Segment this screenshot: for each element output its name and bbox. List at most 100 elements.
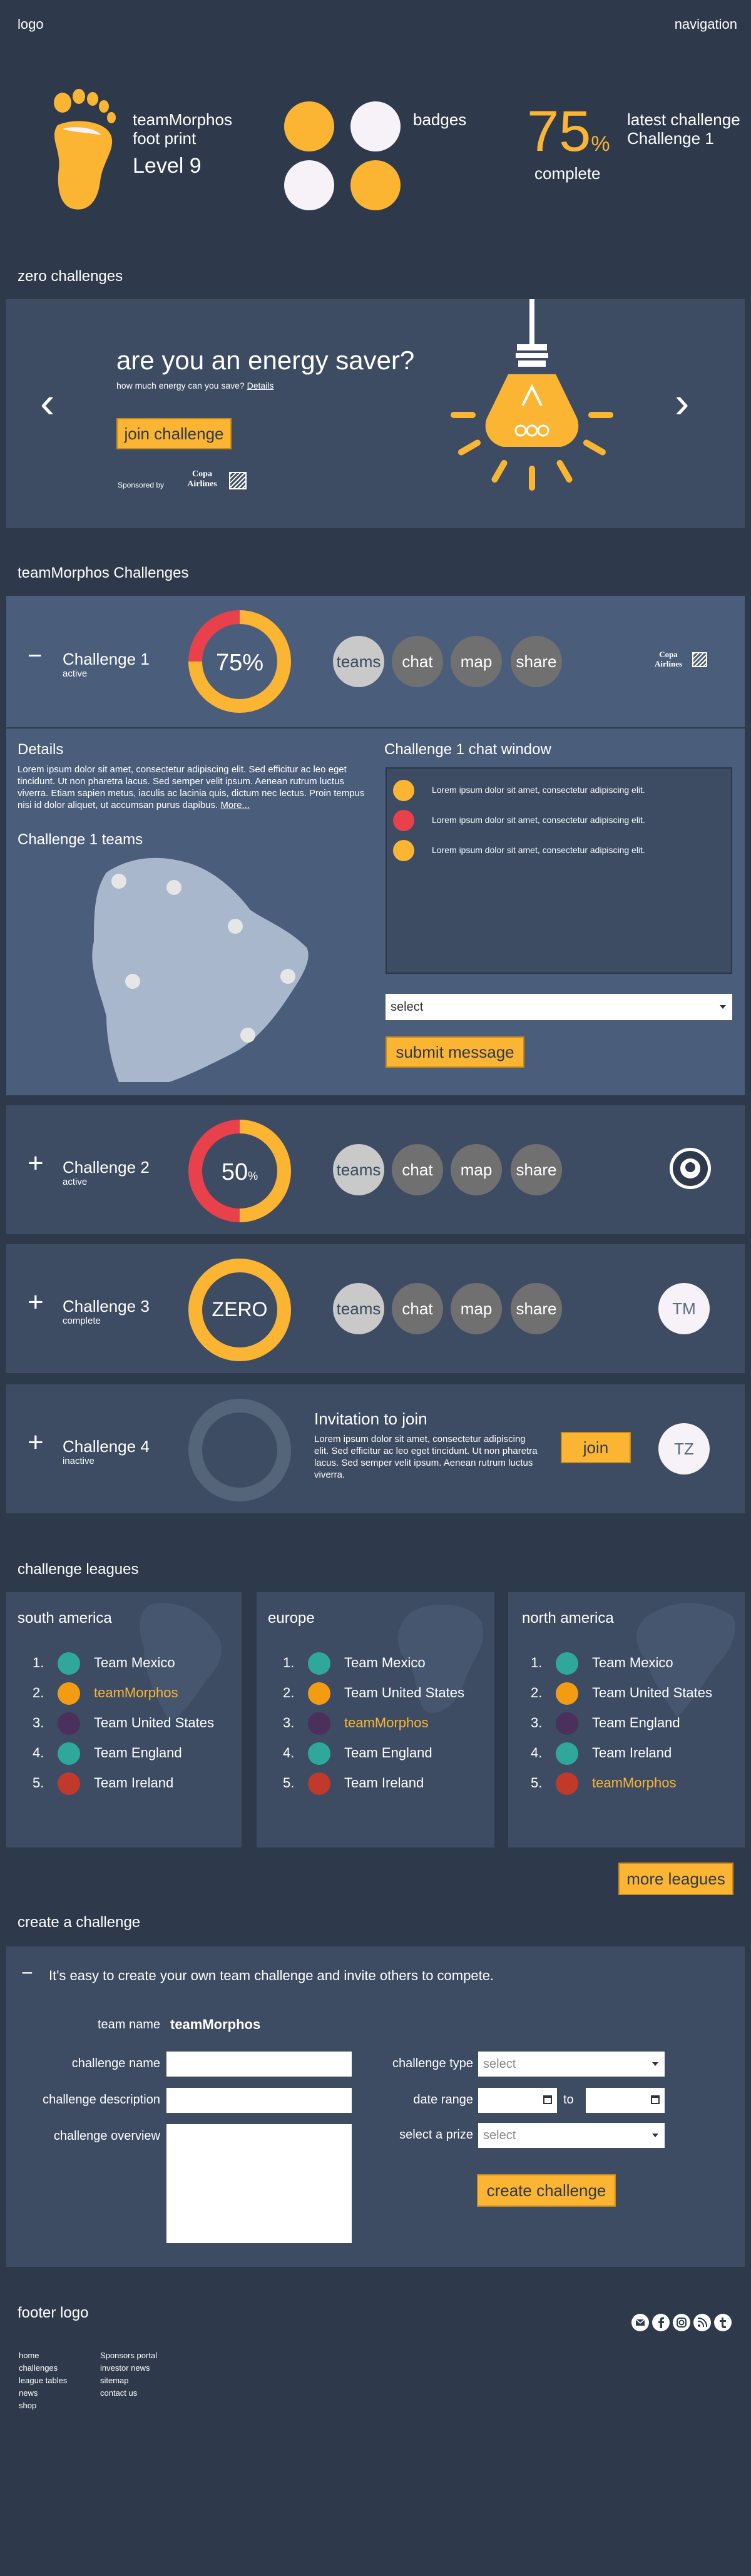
challenge-1-teams-button[interactable]: teams: [333, 636, 384, 687]
prize-select[interactable]: select: [478, 2123, 665, 2148]
league-title: south america: [18, 1610, 112, 1627]
challenge-1-sponsor-mark: [692, 652, 707, 667]
latest-complete: complete: [534, 164, 601, 183]
badge-2[interactable]: [350, 101, 401, 151]
league-row[interactable]: 3. Team England: [531, 1712, 731, 1735]
challenge-description-label: challenge description: [43, 2093, 160, 2107]
avatar: [556, 1742, 578, 1765]
logo[interactable]: logo: [18, 16, 44, 33]
footer-link-contact-us[interactable]: contact us: [100, 2387, 157, 2400]
navigation-menu[interactable]: navigation: [675, 16, 737, 33]
challenge-3-share-button[interactable]: share: [511, 1283, 562, 1334]
challenge-4-expand-button[interactable]: +: [28, 1427, 44, 1458]
challenge-3-name: Challenge 3: [63, 1297, 150, 1316]
league-row[interactable]: 4. Team England: [33, 1742, 233, 1765]
chat-select[interactable]: select: [386, 994, 732, 1020]
more-leagues-button[interactable]: more leagues: [618, 1863, 733, 1895]
challenge-1-map-button[interactable]: map: [451, 636, 502, 687]
league-row[interactable]: 2. teamMorphos: [33, 1682, 233, 1705]
south-america-map[interactable]: [81, 854, 319, 1085]
challenge-1-chat-button[interactable]: chat: [392, 636, 443, 687]
challenge-2-percent-value: 50: [221, 1159, 248, 1185]
date-from-input[interactable]: [478, 2088, 557, 2113]
league-team-name: teamMorphos: [344, 1715, 429, 1730]
challenge-1-status: active: [63, 668, 88, 679]
calendar-icon[interactable]: [543, 2095, 552, 2104]
league-row[interactable]: 2. Team United States: [283, 1682, 483, 1705]
league-rank: 1.: [283, 1655, 295, 1670]
date-to-input[interactable]: [586, 2088, 665, 2113]
footer-link-shop[interactable]: shop: [19, 2400, 67, 2412]
challenge-3-chat-button[interactable]: chat: [392, 1283, 443, 1334]
challenge-3-teams-button[interactable]: teams: [333, 1283, 384, 1334]
challenge-overview-label: challenge overview: [53, 2129, 160, 2143]
league-row[interactable]: 4. Team England: [283, 1742, 483, 1765]
avatar: [58, 1742, 80, 1765]
footer-link-sponsors-portal[interactable]: Sponsors portal: [100, 2349, 157, 2362]
league-team-name: Team England: [344, 1745, 432, 1761]
footer-link-league-tables[interactable]: league tables: [19, 2374, 67, 2387]
challenge-2-chat-button[interactable]: chat: [392, 1144, 443, 1195]
carousel-next-button[interactable]: ›: [675, 381, 689, 424]
challenge-4-status: inactive: [63, 1456, 95, 1466]
avatar: [308, 1712, 330, 1735]
carousel-prev-button[interactable]: ‹: [40, 381, 54, 424]
league-rank: 2.: [283, 1685, 295, 1700]
challenge-2-map-button[interactable]: map: [451, 1144, 502, 1195]
create-challenge-button[interactable]: create challenge: [477, 2174, 616, 2207]
league-row[interactable]: 3. teamMorphos: [283, 1712, 483, 1735]
details-link[interactable]: Details: [247, 381, 274, 391]
challenge-1-share-button[interactable]: share: [511, 636, 562, 687]
league-row[interactable]: 5. Team Ireland: [33, 1772, 233, 1795]
latest-challenge-label: latest challenge: [627, 110, 740, 129]
challenge-description-input[interactable]: [166, 2088, 352, 2113]
league-row[interactable]: 4. Team Ireland: [531, 1742, 731, 1765]
challenge-2-share-button[interactable]: share: [511, 1144, 562, 1195]
footer-link-challenges[interactable]: challenges: [19, 2362, 67, 2374]
details-more-link[interactable]: More...: [220, 800, 250, 810]
league-rank: 3.: [33, 1715, 44, 1730]
calendar-icon[interactable]: [651, 2095, 660, 2104]
challenge-type-select[interactable]: select: [478, 2052, 665, 2077]
league-row[interactable]: 5. teamMorphos: [531, 1772, 731, 1795]
join-challenge-button[interactable]: join challenge: [116, 418, 232, 449]
submit-message-button[interactable]: submit message: [386, 1036, 524, 1068]
league-row[interactable]: 1. Team Mexico: [283, 1652, 483, 1675]
league-row[interactable]: 3. Team United States: [33, 1712, 233, 1735]
league-rank: 3.: [283, 1715, 295, 1730]
challenge-1-collapse-button[interactable]: −: [28, 642, 42, 670]
challenge-3-expand-button[interactable]: +: [28, 1287, 44, 1318]
league-row[interactable]: 5. Team Ireland: [283, 1772, 483, 1795]
avatar: [58, 1772, 80, 1795]
challenge-3-map-button[interactable]: map: [451, 1283, 502, 1334]
challenge-4-avatar[interactable]: TZ: [658, 1423, 710, 1475]
chat-window[interactable]: Lorem ipsum dolor sit amet, consectetur …: [386, 767, 732, 974]
challenge-2-teams-button[interactable]: teams: [333, 1144, 384, 1195]
create-collapse-button[interactable]: −: [21, 1961, 33, 1985]
footer-link-news[interactable]: news: [19, 2387, 67, 2400]
footer-link-home[interactable]: home: [19, 2349, 67, 2362]
map-pin: [280, 969, 295, 984]
league-rank: 1.: [531, 1655, 543, 1670]
footer-logo[interactable]: footer logo: [18, 2304, 88, 2322]
league-row[interactable]: 1. Team Mexico: [531, 1652, 731, 1675]
league-rank: 5.: [283, 1775, 295, 1791]
league-row[interactable]: 1. Team Mexico: [33, 1652, 233, 1675]
join-button[interactable]: join: [561, 1432, 631, 1463]
challenge-2-expand-button[interactable]: +: [28, 1148, 44, 1179]
badge-1[interactable]: [284, 101, 334, 151]
footer-link-investor-news[interactable]: investor news: [100, 2362, 157, 2374]
badge-3[interactable]: [284, 160, 334, 210]
badges-label: badges: [413, 110, 467, 129]
chevron-down-icon: [720, 1005, 726, 1009]
challenge-3-avatar[interactable]: TM: [658, 1283, 710, 1334]
chat-text: Lorem ipsum dolor sit amet, consectetur …: [432, 785, 645, 795]
challenge-2-name: Challenge 2: [63, 1158, 150, 1177]
latest-challenge-name[interactable]: Challenge 1: [627, 129, 714, 148]
footprint-label: foot print: [133, 129, 197, 148]
footer-link-sitemap[interactable]: sitemap: [100, 2374, 157, 2387]
badge-4[interactable]: [350, 160, 401, 210]
challenge-overview-textarea[interactable]: [166, 2124, 352, 2243]
league-row[interactable]: 2. Team United States: [531, 1682, 731, 1705]
challenge-name-input[interactable]: [166, 2052, 352, 2077]
